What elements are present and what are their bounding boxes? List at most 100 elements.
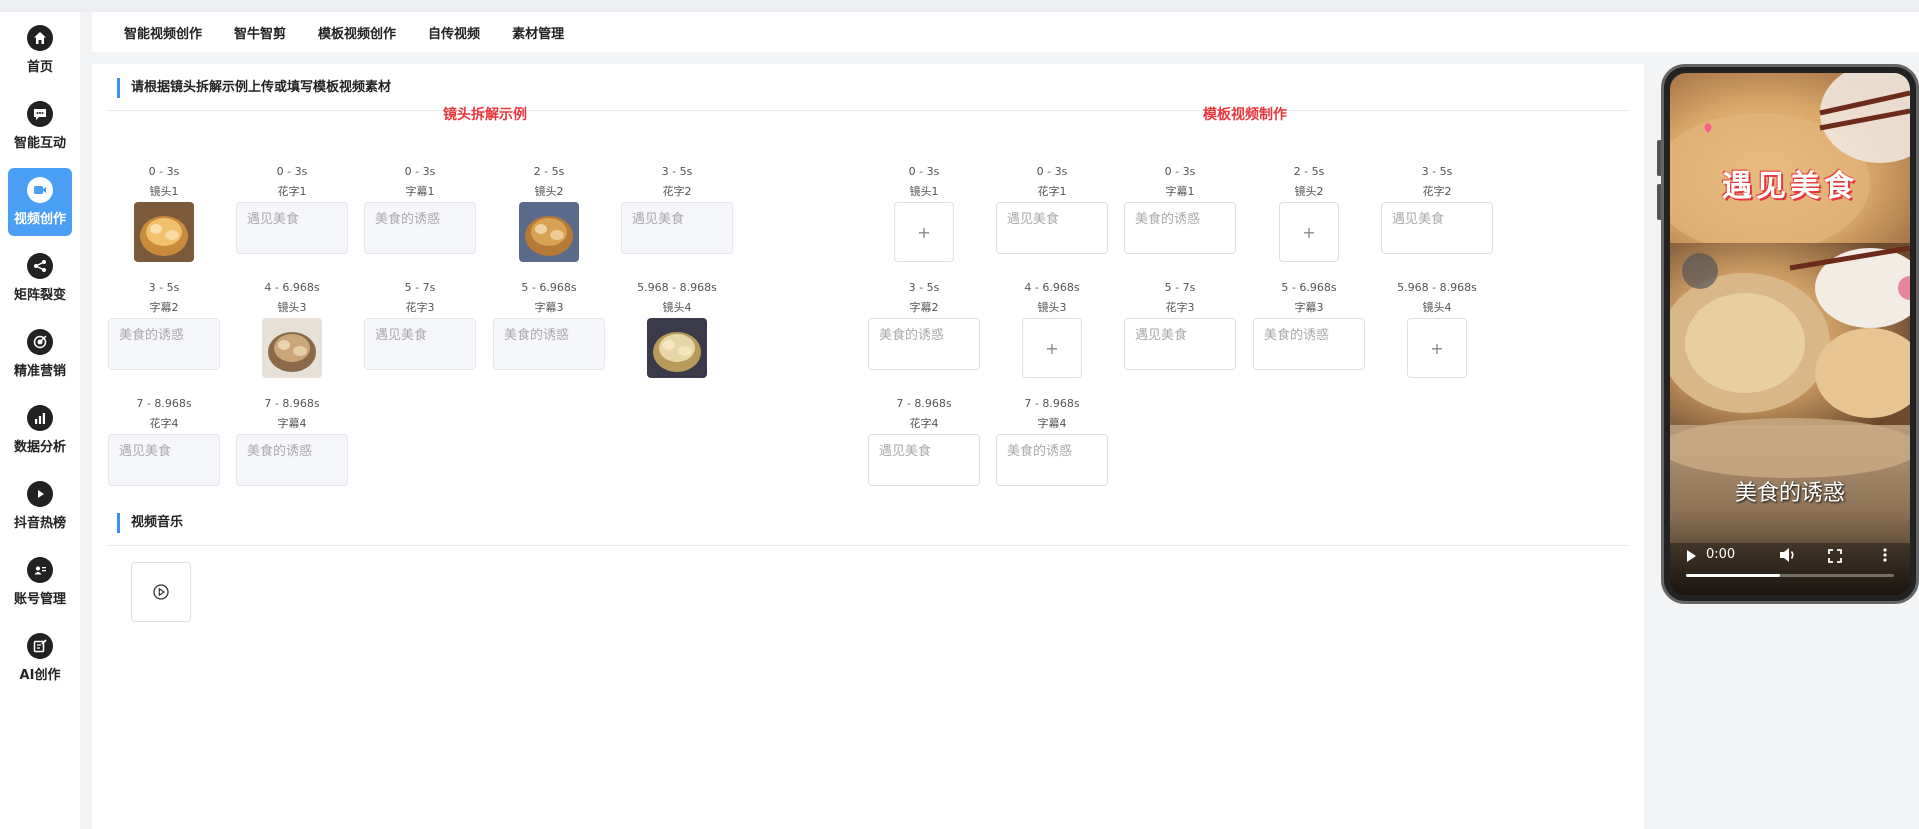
segment-name: 花字2 bbox=[1422, 185, 1452, 198]
segment-name: 字幕4 bbox=[1037, 417, 1067, 430]
shot-upload-button[interactable]: + bbox=[894, 202, 954, 262]
example-cell: 4 - 6.968s 镜头3 bbox=[236, 278, 348, 378]
segment-time: 0 - 3s bbox=[908, 165, 940, 178]
template-text-input[interactable]: 遇见美食 bbox=[1124, 318, 1236, 370]
sidebar-item-5[interactable]: 精准营销 bbox=[8, 320, 72, 388]
segment-name: 花字3 bbox=[405, 301, 435, 314]
shot-thumbnail bbox=[647, 318, 707, 378]
segment-name: 花字1 bbox=[1037, 185, 1067, 198]
template-text-input[interactable]: 美食的诱惑 bbox=[868, 318, 980, 370]
example-cell: 2 - 5s 镜头2 bbox=[493, 162, 605, 262]
chat-icon bbox=[27, 101, 53, 127]
home-icon bbox=[27, 25, 53, 51]
template-text-input[interactable]: 遇见美食 bbox=[996, 202, 1108, 254]
example-cell: 5.968 - 8.968s 镜头4 bbox=[621, 278, 733, 378]
example-cell: 0 - 3s 花字1 遇见美食 bbox=[236, 162, 348, 254]
video-progress-fill bbox=[1686, 574, 1780, 577]
template-cell: 2 - 5s 镜头2 + bbox=[1253, 162, 1365, 262]
example-text-field: 美食的诱惑 bbox=[364, 202, 476, 254]
example-cell: 5 - 6.968s 字幕3 美食的诱惑 bbox=[493, 278, 605, 370]
fullscreen-icon bbox=[1828, 549, 1842, 563]
segment-time: 7 - 8.968s bbox=[896, 397, 952, 410]
segment-name: 字幕3 bbox=[1294, 301, 1324, 314]
sidebar-item-label: 账号管理 bbox=[13, 592, 66, 607]
template-cell: 3 - 5s 字幕2 美食的诱惑 bbox=[868, 278, 980, 370]
sidebar-item-9[interactable]: AI创作 bbox=[8, 624, 72, 692]
shot-upload-button[interactable]: + bbox=[1279, 202, 1339, 262]
segment-time: 3 - 5s bbox=[148, 281, 180, 294]
more-options-button[interactable] bbox=[1882, 547, 1888, 563]
tab-material-manage[interactable]: 素材管理 bbox=[512, 23, 564, 42]
segment-name: 字幕2 bbox=[149, 301, 179, 314]
shot-upload-button[interactable]: + bbox=[1407, 318, 1467, 378]
target-icon bbox=[27, 329, 53, 355]
template-cell: 4 - 6.968s 镜头3 + bbox=[996, 278, 1108, 378]
template-cell: 3 - 5s 花字2 遇见美食 bbox=[1381, 162, 1493, 254]
segment-time: 4 - 6.968s bbox=[1024, 281, 1080, 294]
segment-name: 花字2 bbox=[662, 185, 692, 198]
example-cell: 3 - 5s 花字2 遇见美食 bbox=[621, 162, 733, 254]
template-cell: 5 - 6.968s 字幕3 美食的诱惑 bbox=[1253, 278, 1365, 370]
example-text-field: 遇见美食 bbox=[621, 202, 733, 254]
segment-time: 3 - 5s bbox=[661, 165, 693, 178]
video-overlay-title: 遇见美食 bbox=[1722, 169, 1858, 204]
template-text-input[interactable]: 遇见美食 bbox=[1381, 202, 1493, 254]
segment-time: 3 - 5s bbox=[908, 281, 940, 294]
segment-time: 0 - 3s bbox=[1164, 165, 1196, 178]
segment-time: 5 - 6.968s bbox=[521, 281, 577, 294]
template-text-input[interactable]: 美食的诱惑 bbox=[1253, 318, 1365, 370]
sidebar-item-label: 智能互动 bbox=[13, 136, 66, 151]
sidebar-item-2[interactable]: 智能互动 bbox=[8, 92, 72, 160]
sidebar-item-1[interactable]: 首页 bbox=[8, 16, 72, 84]
template-text-input[interactable]: 美食的诱惑 bbox=[1124, 202, 1236, 254]
example-cell: 7 - 8.968s 字幕4 美食的诱惑 bbox=[236, 394, 348, 486]
tab-smart-video[interactable]: 智能视频创作 bbox=[124, 23, 202, 42]
volume-button[interactable] bbox=[1779, 547, 1797, 563]
segment-time: 0 - 3s bbox=[148, 165, 180, 178]
segment-time: 0 - 3s bbox=[276, 165, 308, 178]
tab-self-video[interactable]: 自传视频 bbox=[428, 23, 480, 42]
top-tabs: 智能视频创作 智牛智剪 模板视频创作 自传视频 素材管理 bbox=[92, 12, 1919, 52]
sidebar-item-3[interactable]: 视频创作 bbox=[8, 168, 72, 236]
template-text-input[interactable]: 遇见美食 bbox=[868, 434, 980, 486]
sidebar-item-6[interactable]: 数据分析 bbox=[8, 396, 72, 464]
top-strip bbox=[0, 0, 1919, 12]
segment-name: 花字1 bbox=[277, 185, 307, 198]
sidebar-item-label: 数据分析 bbox=[13, 440, 66, 455]
video-player[interactable]: 遇见美食 美食的诱惑 0:00 bbox=[1670, 73, 1910, 595]
shot-upload-button[interactable]: + bbox=[1022, 318, 1082, 378]
sidebar-item-label: 视频创作 bbox=[13, 212, 66, 227]
sidebar-item-8[interactable]: 账号管理 bbox=[8, 548, 72, 616]
share-icon bbox=[27, 253, 53, 279]
segment-time: 3 - 5s bbox=[1421, 165, 1453, 178]
template-cell: 0 - 3s 字幕1 美食的诱惑 bbox=[1124, 162, 1236, 254]
template-cell: 5.968 - 8.968s 镜头4 + bbox=[1381, 278, 1493, 378]
segment-time: 5 - 7s bbox=[404, 281, 436, 294]
play-button[interactable] bbox=[1684, 548, 1698, 562]
example-text-field: 遇见美食 bbox=[236, 202, 348, 254]
sidebar-item-7[interactable]: 抖音热榜 bbox=[8, 472, 72, 540]
example-title: 镜头拆解示例 bbox=[443, 107, 527, 123]
sidebar-item-label: 抖音热榜 bbox=[13, 516, 66, 531]
segment-name: 花字4 bbox=[909, 417, 939, 430]
chart-icon bbox=[27, 405, 53, 431]
segment-name: 镜头1 bbox=[149, 185, 179, 198]
id-card-icon bbox=[27, 557, 53, 583]
segment-time: 2 - 5s bbox=[1293, 165, 1325, 178]
music-upload-button[interactable] bbox=[131, 562, 191, 622]
video-caption: 美食的诱惑 bbox=[1734, 481, 1845, 506]
segment-name: 花字3 bbox=[1165, 301, 1195, 314]
template-title: 模板视频制作 bbox=[1203, 107, 1287, 123]
segment-name: 镜头3 bbox=[277, 301, 307, 314]
video-progress-bar[interactable] bbox=[1686, 574, 1894, 577]
segment-time: 5.968 - 8.968s bbox=[637, 281, 717, 294]
video-frame bbox=[1670, 73, 1910, 595]
template-text-input[interactable]: 美食的诱惑 bbox=[996, 434, 1108, 486]
edit-icon bbox=[27, 633, 53, 659]
fullscreen-button[interactable] bbox=[1828, 548, 1842, 563]
segment-name: 字幕4 bbox=[277, 417, 307, 430]
tab-smart-edit[interactable]: 智牛智剪 bbox=[234, 23, 286, 42]
template-cell: 7 - 8.968s 花字4 遇见美食 bbox=[868, 394, 980, 486]
tab-template-video[interactable]: 模板视频创作 bbox=[318, 23, 396, 42]
sidebar-item-4[interactable]: 矩阵裂变 bbox=[8, 244, 72, 312]
